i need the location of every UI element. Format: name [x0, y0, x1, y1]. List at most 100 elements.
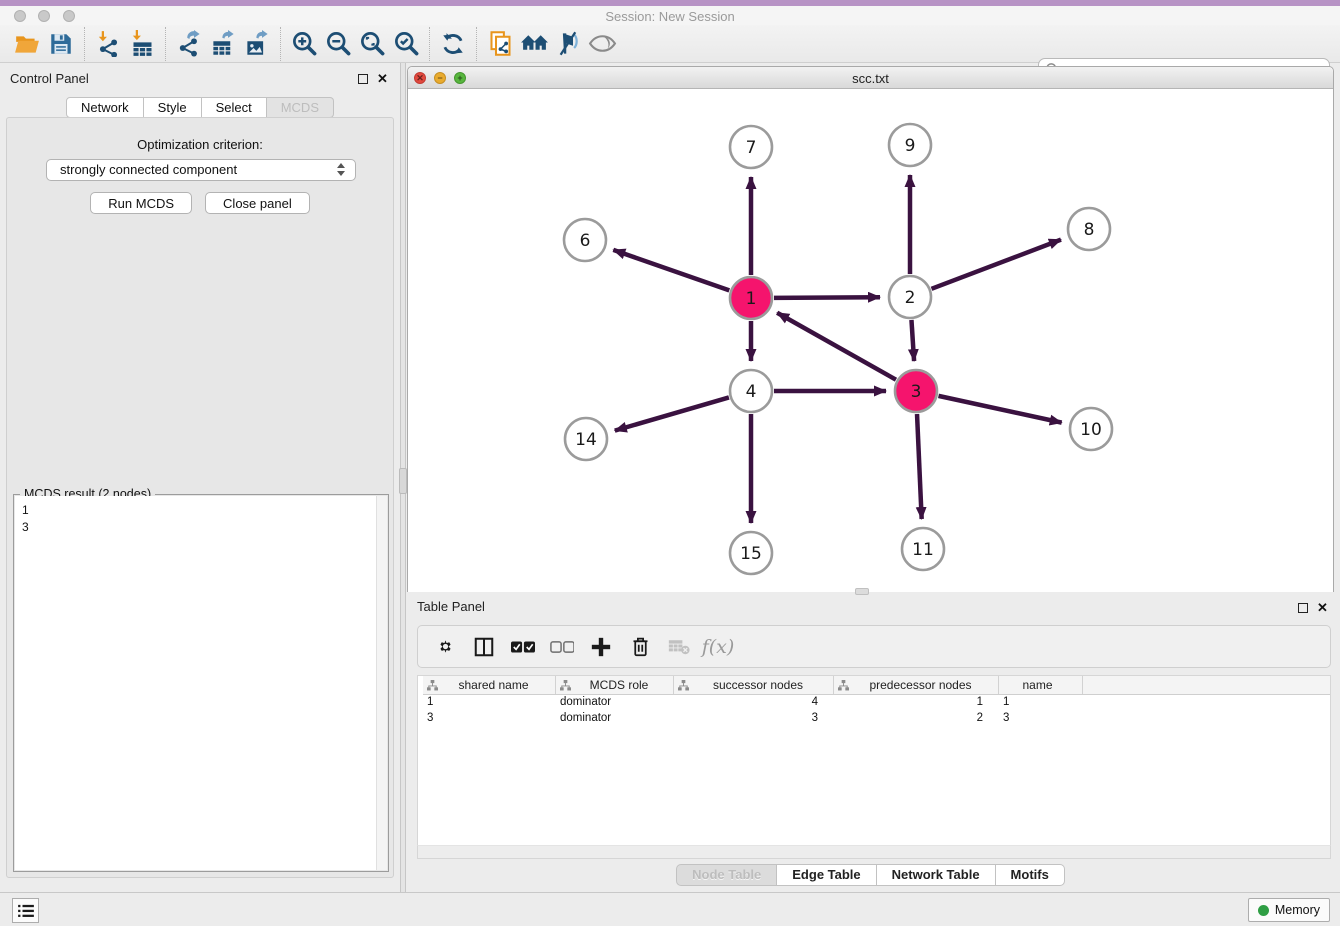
show-hidden-eye-icon[interactable] [585, 28, 619, 60]
result-scrollbar[interactable] [376, 496, 387, 870]
export-image-icon[interactable] [240, 28, 274, 60]
column-header-shared_name[interactable]: shared name [423, 676, 556, 694]
vertical-split-grip[interactable] [399, 468, 407, 494]
graph-edge-2-3[interactable] [911, 320, 914, 361]
table-panel-title: Table Panel [417, 599, 485, 614]
table-panel-float-icon[interactable] [1298, 603, 1308, 613]
graph-edge-1-6[interactable] [613, 250, 729, 291]
toolbar-separator [84, 27, 85, 61]
optimization-criterion-select[interactable]: strongly connected component [46, 159, 356, 181]
optimization-criterion-label: Optimization criterion: [7, 137, 393, 152]
table-row[interactable]: 3dominator323 [423, 711, 1330, 727]
tab-mcds[interactable]: MCDS [267, 97, 334, 118]
control-panel-tabs: Network Style Select MCDS [0, 97, 400, 118]
network-window-titlebar[interactable]: ✕ − + scc.txt [408, 67, 1333, 89]
graph-edge-3-11[interactable] [917, 414, 922, 519]
graph-edge-4-14[interactable] [615, 397, 729, 430]
cell-predecessor_nodes[interactable]: 1 [834, 695, 999, 711]
main-toolbar [0, 25, 1340, 63]
control-panel-close-icon[interactable]: ✕ [377, 71, 388, 87]
graph-node-label-6: 6 [580, 231, 591, 251]
cell-mcds_role[interactable]: dominator [556, 711, 674, 727]
table-body: 1dominator4113dominator323 [418, 695, 1330, 727]
tab-node-table[interactable]: Node Table [676, 864, 777, 886]
column-header-mcds_role[interactable]: MCDS role [556, 676, 674, 694]
import-network-icon[interactable] [91, 28, 125, 60]
cell-successor_nodes[interactable]: 4 [674, 695, 834, 711]
node-table: shared nameMCDS rolesuccessor nodesprede… [417, 675, 1331, 845]
cell-shared_name[interactable]: 1 [423, 695, 556, 711]
zoom-out-icon[interactable] [321, 28, 355, 60]
cell-mcds_role[interactable]: dominator [556, 695, 674, 711]
graph-edge-3-1[interactable] [777, 313, 896, 380]
graph-node-label-2: 2 [905, 288, 916, 308]
tab-style[interactable]: Style [144, 97, 202, 118]
open-file-icon[interactable] [10, 28, 44, 60]
mcds-result-text[interactable]: 1 3 [15, 496, 376, 870]
column-header-name[interactable]: name [999, 676, 1083, 694]
window-titlebar: Session: New Session [0, 6, 1340, 25]
duplicate-network-icon[interactable] [483, 28, 517, 60]
network-window-title: scc.txt [408, 71, 1333, 86]
table-toolbar: f(x) [417, 625, 1331, 668]
graph-node-label-1: 1 [746, 289, 757, 309]
network-canvas[interactable]: 7968124314101511 [408, 89, 1333, 592]
delete-table-icon[interactable] [664, 632, 694, 662]
export-network-icon[interactable] [172, 28, 206, 60]
export-table-icon[interactable] [206, 28, 240, 60]
network-view-window: ✕ − + scc.txt 7968124314101511 [407, 66, 1334, 592]
toolbar-separator [476, 27, 477, 61]
cell-name[interactable]: 1 [999, 695, 1083, 711]
save-session-icon[interactable] [44, 28, 78, 60]
table-panel-close-icon[interactable]: ✕ [1317, 600, 1328, 616]
control-panel-float-icon[interactable] [358, 74, 368, 84]
hide-graphics-details-icon[interactable] [551, 28, 585, 60]
task-history-button[interactable] [12, 898, 39, 923]
graph-edge-2-8[interactable] [932, 240, 1061, 289]
toolbar-separator [165, 27, 166, 61]
zoom-fit-icon[interactable] [355, 28, 389, 60]
graph-node-label-9: 9 [905, 136, 916, 156]
toolbar-separator [280, 27, 281, 61]
column-header-predecessor_nodes[interactable]: predecessor nodes [834, 676, 999, 694]
select-all-checkboxes-icon[interactable] [508, 632, 538, 662]
show-column-panel-icon[interactable] [469, 632, 499, 662]
graph-node-label-11: 11 [912, 540, 934, 560]
select-stepper-icon [337, 163, 347, 179]
memory-status-icon [1258, 905, 1269, 916]
graph-edge-1-2[interactable] [774, 297, 880, 298]
tab-motifs[interactable]: Motifs [996, 864, 1065, 886]
tab-select[interactable]: Select [202, 97, 267, 118]
import-table-icon[interactable] [125, 28, 159, 60]
window-title: Session: New Session [0, 9, 1340, 24]
cell-shared_name[interactable]: 3 [423, 711, 556, 727]
close-panel-button[interactable]: Close panel [205, 192, 310, 214]
graph-node-label-14: 14 [575, 430, 597, 450]
memory-label: Memory [1275, 903, 1320, 917]
horizontal-split-grip[interactable] [855, 588, 869, 595]
deselect-all-checkboxes-icon[interactable] [547, 632, 577, 662]
tab-network[interactable]: Network [66, 97, 144, 118]
run-mcds-button[interactable]: Run MCDS [90, 192, 192, 214]
column-header-successor_nodes[interactable]: successor nodes [674, 676, 834, 694]
table-options-gear-icon[interactable] [430, 632, 460, 662]
mcds-panel: Optimization criterion: strongly connect… [6, 117, 394, 878]
refresh-network-icon[interactable] [436, 28, 470, 60]
cell-name[interactable]: 3 [999, 711, 1083, 727]
memory-button[interactable]: Memory [1248, 898, 1330, 922]
table-row[interactable]: 1dominator411 [423, 695, 1330, 711]
function-builder-icon[interactable]: f(x) [703, 632, 733, 662]
graph-node-label-15: 15 [740, 544, 762, 564]
delete-columns-trash-icon[interactable] [625, 632, 655, 662]
zoom-in-icon[interactable] [287, 28, 321, 60]
tab-edge-table[interactable]: Edge Table [777, 864, 876, 886]
cell-predecessor_nodes[interactable]: 2 [834, 711, 999, 727]
cell-successor_nodes[interactable]: 3 [674, 711, 834, 727]
graph-node-label-3: 3 [911, 382, 922, 402]
tab-network-table[interactable]: Network Table [877, 864, 996, 886]
graph-edge-3-10[interactable] [938, 396, 1061, 423]
table-tabs: Node Table Edge Table Network Table Moti… [407, 864, 1334, 886]
add-column-icon[interactable] [586, 632, 616, 662]
zoom-selected-icon[interactable] [389, 28, 423, 60]
go-home-icon[interactable] [517, 28, 551, 60]
